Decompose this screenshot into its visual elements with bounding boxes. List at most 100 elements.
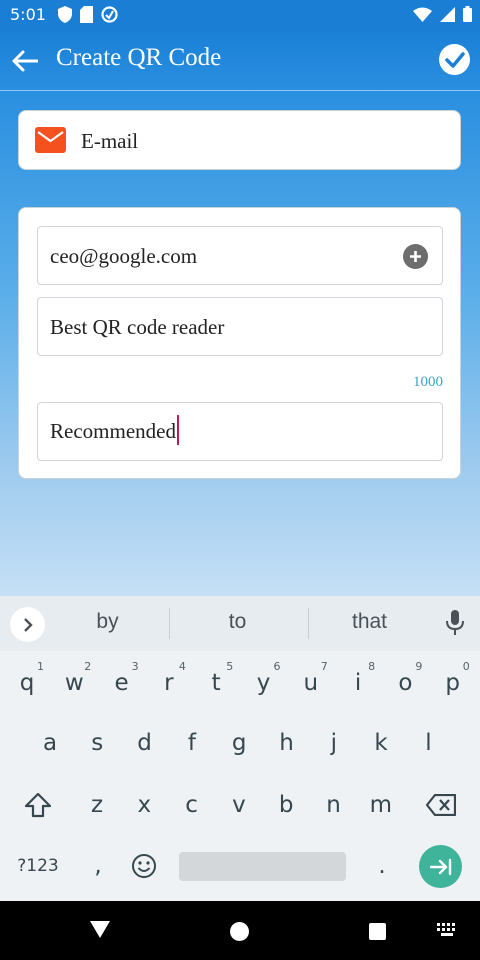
system-icons bbox=[413, 6, 472, 22]
smiley-icon bbox=[132, 854, 156, 878]
nav-home-icon[interactable] bbox=[230, 922, 249, 941]
key-z[interactable]: z bbox=[73, 776, 121, 834]
symbols-key[interactable]: ?123 bbox=[14, 837, 62, 895]
key-s[interactable]: s bbox=[73, 714, 121, 772]
soft-keyboard: by to that ?123 , . q1w2e3r4t5y6u7i8o9p0… bbox=[0, 596, 480, 901]
key-hint-number: 9 bbox=[415, 660, 423, 673]
email-address-field[interactable]: ceo@google.com bbox=[37, 226, 443, 285]
key-w[interactable]: w2 bbox=[50, 654, 98, 712]
shift-icon bbox=[24, 792, 52, 818]
key-label: e bbox=[114, 670, 129, 696]
email-icon bbox=[35, 127, 66, 153]
back-button[interactable] bbox=[8, 44, 42, 78]
message-field[interactable]: Recommended bbox=[37, 402, 443, 461]
key-e[interactable]: e3 bbox=[98, 654, 146, 712]
key-r[interactable]: r4 bbox=[145, 654, 193, 712]
key-c[interactable]: c bbox=[168, 776, 216, 834]
key-hint-number: 8 bbox=[368, 660, 376, 673]
data-saver-icon bbox=[101, 6, 118, 23]
sd-card-icon bbox=[80, 6, 93, 23]
key-label: n bbox=[326, 792, 341, 818]
subject-field[interactable]: Best QR code reader bbox=[37, 297, 443, 356]
key-a[interactable]: a bbox=[26, 714, 74, 772]
key-hint-number: 2 bbox=[84, 660, 92, 673]
key-label: k bbox=[374, 730, 388, 756]
tab-arrow-icon bbox=[429, 858, 451, 875]
email-form-card: ceo@google.com Best QR code reader 1000 … bbox=[18, 207, 461, 479]
message-value-wrap: Recommended bbox=[50, 415, 179, 448]
key-x[interactable]: x bbox=[120, 776, 168, 834]
content-area: E-mail ceo@google.com Best QR code reade… bbox=[0, 91, 480, 596]
backspace-key[interactable] bbox=[417, 776, 465, 834]
page-title: Create QR Code bbox=[56, 44, 222, 71]
key-m[interactable]: m bbox=[357, 776, 405, 834]
key-hint-number: 3 bbox=[131, 660, 139, 673]
text-cursor bbox=[176, 415, 179, 445]
key-label: v bbox=[232, 792, 246, 818]
key-g[interactable]: g bbox=[215, 714, 263, 772]
add-contact-button[interactable] bbox=[403, 244, 428, 269]
key-label: m bbox=[369, 792, 392, 818]
chevron-right-icon bbox=[23, 617, 33, 632]
key-q[interactable]: q1 bbox=[3, 654, 51, 712]
key-hint-number: 5 bbox=[226, 660, 234, 673]
suggestion-3[interactable]: that bbox=[300, 610, 439, 634]
space-key[interactable] bbox=[179, 852, 346, 881]
comma-key[interactable]: , bbox=[74, 837, 122, 895]
suggestion-2[interactable]: to bbox=[168, 610, 307, 634]
key-label: y bbox=[256, 670, 271, 696]
message-value: Recommended bbox=[50, 418, 176, 443]
key-label: l bbox=[425, 730, 432, 756]
signal-icon bbox=[440, 6, 455, 22]
backspace-icon bbox=[426, 794, 456, 816]
key-label: c bbox=[185, 792, 198, 818]
key-label: x bbox=[137, 792, 152, 818]
nav-back-icon[interactable] bbox=[90, 921, 110, 938]
shift-key[interactable] bbox=[14, 776, 62, 834]
key-v[interactable]: v bbox=[215, 776, 263, 834]
char-counter: 1000 bbox=[413, 374, 443, 390]
key-label: t bbox=[211, 670, 221, 696]
key-label: o bbox=[398, 670, 413, 696]
key-hint-number: 0 bbox=[462, 660, 470, 673]
key-l[interactable]: l bbox=[404, 714, 452, 772]
key-t[interactable]: t5 bbox=[192, 654, 240, 712]
key-label: d bbox=[137, 730, 152, 756]
key-label: b bbox=[278, 792, 294, 818]
key-u[interactable]: u7 bbox=[287, 654, 335, 712]
key-label: u bbox=[303, 670, 319, 696]
key-y[interactable]: y6 bbox=[240, 654, 288, 712]
battery-icon bbox=[463, 6, 472, 22]
enter-key[interactable] bbox=[419, 845, 462, 888]
confirm-button[interactable] bbox=[439, 44, 470, 75]
arrow-left-icon bbox=[12, 50, 38, 72]
key-label: a bbox=[42, 730, 58, 756]
key-hint-number: 1 bbox=[37, 660, 44, 673]
key-k[interactable]: k bbox=[357, 714, 405, 772]
key-o[interactable]: o9 bbox=[381, 654, 429, 712]
key-label: s bbox=[91, 730, 104, 756]
key-j[interactable]: j bbox=[310, 714, 358, 772]
keyboard-switch-icon[interactable] bbox=[437, 923, 459, 939]
nav-recents-icon[interactable] bbox=[369, 923, 386, 940]
status-time: 5:01 bbox=[10, 5, 46, 24]
plus-icon bbox=[410, 251, 421, 262]
key-h[interactable]: h bbox=[263, 714, 311, 772]
key-label: i bbox=[354, 670, 362, 696]
key-p[interactable]: p0 bbox=[429, 654, 477, 712]
qr-type-selector[interactable]: E-mail bbox=[18, 110, 461, 170]
emoji-key[interactable] bbox=[120, 837, 168, 895]
key-f[interactable]: f bbox=[168, 714, 216, 772]
key-b[interactable]: b bbox=[262, 776, 310, 834]
key-i[interactable]: i8 bbox=[334, 654, 382, 712]
key-n[interactable]: n bbox=[310, 776, 358, 834]
key-d[interactable]: d bbox=[121, 714, 169, 772]
suggestion-1[interactable]: by bbox=[38, 610, 177, 634]
key-label: f bbox=[187, 730, 196, 756]
key-label: g bbox=[231, 730, 247, 756]
period-key[interactable]: . bbox=[358, 837, 406, 895]
microphone-icon[interactable] bbox=[446, 610, 464, 636]
check-icon bbox=[444, 51, 465, 68]
key-label: j bbox=[330, 730, 337, 756]
system-nav-bar bbox=[0, 901, 480, 960]
